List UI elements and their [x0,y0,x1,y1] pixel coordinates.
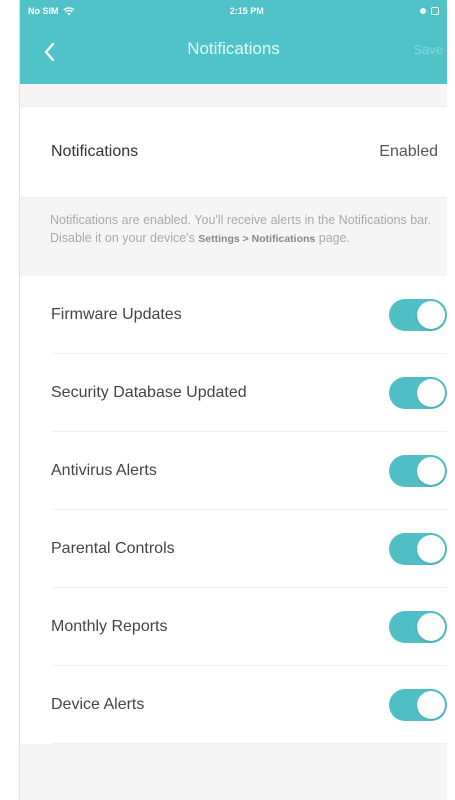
toggle-row-antivirus-alerts: Antivirus Alerts [20,432,447,510]
nav-bar: Notifications Save [20,22,447,84]
toggle-row-monthly-reports: Monthly Reports [20,588,447,666]
status-time: 2:15 PM [229,6,264,16]
toggle-list: Firmware Updates Security Database Updat… [20,276,447,744]
toggle-label: Antivirus Alerts [51,462,157,479]
back-button[interactable] [36,38,64,66]
device-alerts-switch[interactable] [389,689,447,721]
monthly-reports-switch[interactable] [389,611,447,643]
save-button[interactable]: Save [413,42,443,57]
security-database-updated-switch[interactable] [389,377,447,409]
notifications-status-label: Notifications [51,143,139,160]
page-title: Notifications [187,39,280,58]
status-right [419,7,439,15]
status-bar: No SIM 2:15 PM [20,0,447,22]
hint-settings-path: Settings > Notifications [198,233,316,245]
toggle-row-security-database-updated: Security Database Updated [20,354,447,432]
toggle-label: Device Alerts [51,696,145,713]
antivirus-alerts-switch[interactable] [389,455,447,487]
notifications-hint: Notifications are enabled. You'll receiv… [20,198,447,276]
toggle-row-parental-controls: Parental Controls [20,510,447,588]
notifications-status-row: Notifications Enabled [20,106,447,198]
notifications-status-value: Enabled [379,143,438,160]
phone-screen: No SIM 2:15 PM Notifications Save Notifi… [19,0,447,800]
right-margin [447,0,455,800]
top-spacer [20,84,447,106]
toggle-label: Parental Controls [51,540,175,557]
switch-knob [417,379,445,407]
switch-knob [417,535,445,563]
left-margin [0,0,19,800]
switch-knob [417,613,445,641]
toggle-row-device-alerts: Device Alerts [20,666,447,744]
carrier-label: No SIM [28,6,59,16]
switch-knob [417,301,445,329]
toggle-label: Security Database Updated [51,384,247,401]
location-icon [419,8,426,14]
chevron-left-icon [44,42,55,62]
switch-knob [417,691,445,719]
app-header: No SIM 2:15 PM Notifications Save [20,0,447,84]
hint-text-end: page. [315,231,351,245]
toggle-row-firmware-updates: Firmware Updates [20,276,447,354]
firmware-updates-switch[interactable] [389,299,447,331]
switch-knob [417,457,445,485]
toggle-label: Firmware Updates [51,306,182,323]
battery-icon [430,7,439,15]
toggle-label: Monthly Reports [51,618,168,635]
status-left: No SIM [28,6,75,16]
wifi-icon [62,6,75,15]
parental-controls-switch[interactable] [389,533,447,565]
